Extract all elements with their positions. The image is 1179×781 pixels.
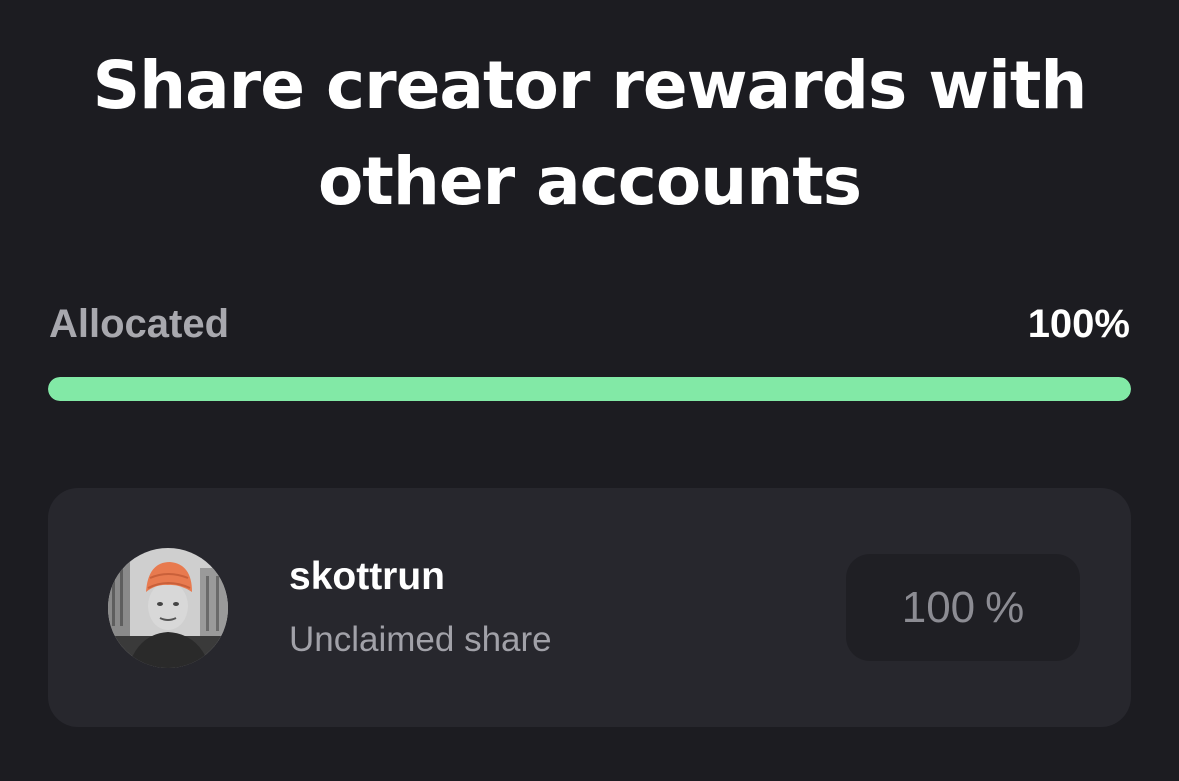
share-percent-value: 100 [901,582,976,632]
allocated-percent: 100% [1027,302,1130,346]
recipient-card: skottrun Unclaimed share 100 % [48,488,1131,727]
recipient-username: skottrun [289,555,445,598]
share-percent-unit: % [985,582,1025,632]
user-avatar-photo-icon [108,548,228,668]
avatar[interactable] [108,548,228,668]
share-percent-input[interactable]: 100 % [846,554,1080,661]
page-title: Share creator rewards with other account… [0,38,1179,230]
allocation-progress-bar [48,377,1131,401]
title-line-1: Share creator rewards with [92,47,1088,124]
title-line-2: other accounts [317,143,862,220]
allocation-progress-fill [48,377,1131,401]
recipient-status: Unclaimed share [289,620,552,659]
allocated-label: Allocated [49,302,230,346]
